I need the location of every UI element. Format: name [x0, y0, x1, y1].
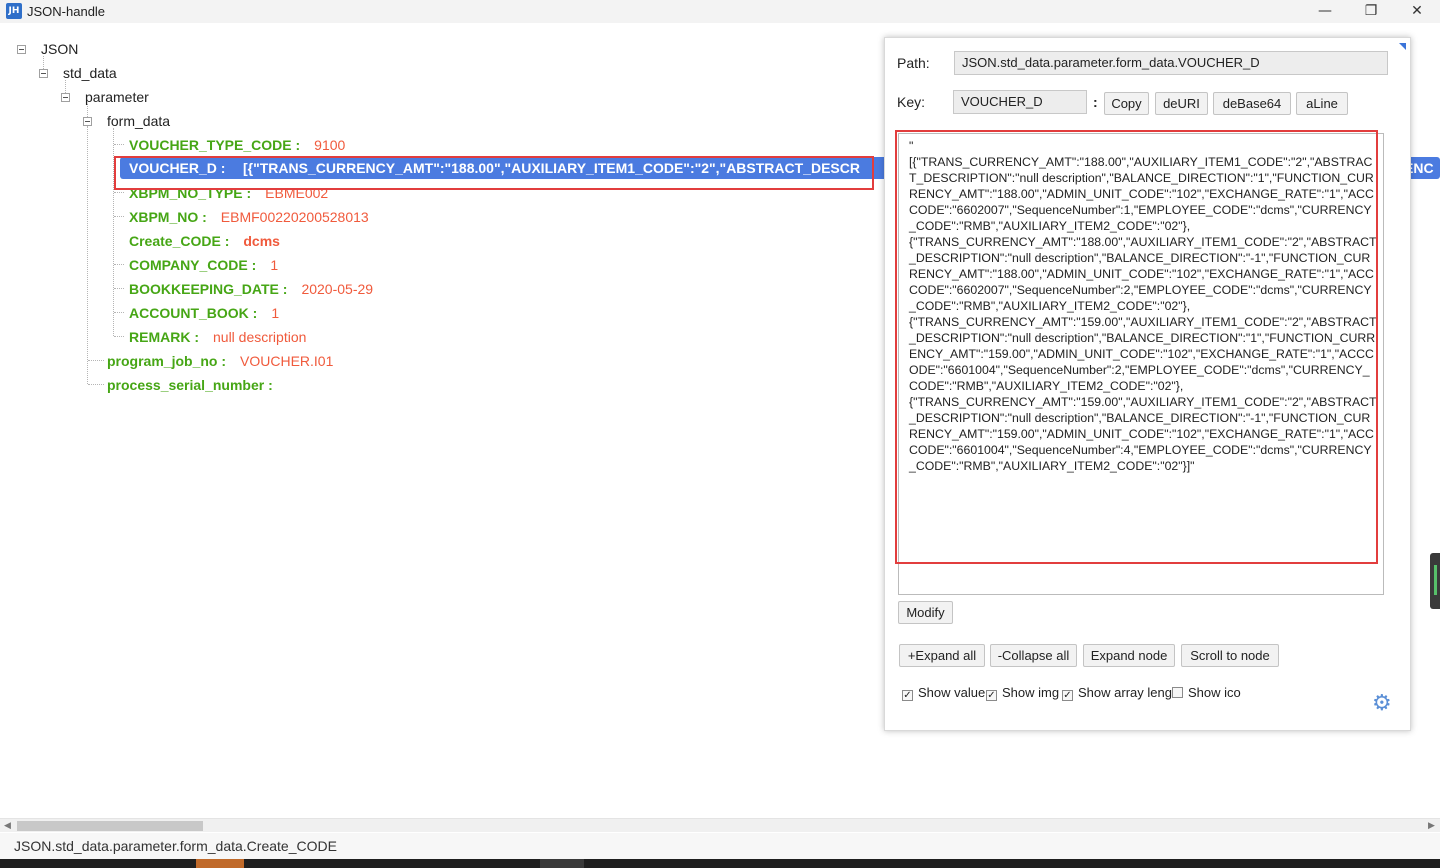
show-value-checkbox[interactable]: ✓ Show value: [902, 685, 985, 701]
copy-button[interactable]: Copy: [1104, 92, 1149, 115]
path-label: Path:: [897, 55, 930, 71]
collapse-toggle-icon[interactable]: [83, 117, 92, 126]
show-ico-checkbox[interactable]: Show ico: [1172, 685, 1241, 700]
tree-leaf-remark[interactable]: REMARK : null description: [129, 327, 306, 347]
tree-connector: [114, 216, 124, 217]
tree-leaf-voucher-type-code[interactable]: VOUCHER_TYPE_CODE : 9100: [129, 135, 345, 155]
tree-leaf-xbpm-no[interactable]: XBPM_NO : EBMF00220200528013: [129, 207, 369, 227]
tree-node-parameter[interactable]: parameter: [85, 87, 149, 107]
node-value: VOUCHER.I01: [240, 353, 334, 369]
node-key: XBPM_NO :: [129, 209, 207, 225]
taskbar: [0, 859, 1440, 868]
key-field[interactable]: VOUCHER_D: [953, 90, 1087, 114]
node-value: 1: [271, 305, 280, 321]
node-key: process_serial_number :: [107, 377, 273, 393]
modify-button[interactable]: Modify: [898, 601, 953, 624]
tree-connector: [114, 144, 124, 145]
gear-icon[interactable]: ⚙: [1372, 693, 1392, 715]
aline-button[interactable]: aLine: [1296, 92, 1348, 115]
status-path: JSON.std_data.parameter.form_data.Create…: [14, 838, 337, 854]
show-img-checkbox[interactable]: ✓ Show img: [986, 685, 1059, 701]
json-tree: JSON std_data parameter form_data VOUCHE…: [0, 23, 1440, 818]
key-colon: :: [1093, 94, 1098, 110]
node-value: EBMF00220200528013: [220, 209, 369, 225]
panel-corner-icon[interactable]: [1399, 43, 1406, 50]
deuri-button[interactable]: deURI: [1155, 92, 1208, 115]
checkbox-checked-icon: ✓: [986, 690, 997, 701]
node-key: program_job_no :: [107, 353, 227, 369]
tree-connector: [88, 360, 104, 361]
checkbox-checked-icon: ✓: [902, 690, 913, 701]
tree-connector: [87, 126, 88, 384]
highlight-box-tree: [114, 156, 874, 190]
tree-node-json[interactable]: JSON: [41, 39, 78, 59]
collapse-all-button[interactable]: -Collapse all: [990, 644, 1077, 667]
node-key: BOOKKEEPING_DATE :: [129, 281, 288, 297]
maximize-button[interactable]: ❐: [1348, 0, 1394, 23]
minimize-button[interactable]: —: [1302, 0, 1348, 23]
taskbar-item[interactable]: [540, 859, 584, 868]
node-detail-panel: Path: JSON.std_data.parameter.form_data.…: [884, 37, 1411, 731]
tree-leaf-bookkeeping-date[interactable]: BOOKKEEPING_DATE : 2020-05-29: [129, 279, 373, 299]
tree-leaf-process-serial-number[interactable]: process_serial_number :: [107, 375, 287, 395]
node-key: Create_CODE :: [129, 233, 230, 249]
node-key: ACCOUNT_BOOK :: [129, 305, 258, 321]
node-key: VOUCHER_TYPE_CODE :: [129, 137, 301, 153]
tree-leaf-account-book[interactable]: ACCOUNT_BOOK : 1: [129, 303, 279, 323]
key-label: Key:: [897, 94, 926, 110]
expand-node-button[interactable]: Expand node: [1083, 644, 1175, 667]
node-value: null description: [213, 329, 307, 345]
title-bar: JH JSON-handle — ❐ ✕: [0, 0, 1440, 23]
tree-connector: [114, 312, 124, 313]
horizontal-scrollbar[interactable]: ◀ ▶: [0, 818, 1440, 832]
tree-connector: [114, 288, 124, 289]
node-value: 9100: [314, 137, 346, 153]
node-value: dcms: [243, 233, 280, 249]
scroll-right-icon[interactable]: ▶: [1428, 819, 1435, 833]
tree-connector: [114, 336, 124, 337]
show-array-leng-checkbox[interactable]: ✓ Show array leng: [1062, 685, 1172, 701]
tree-leaf-company-code[interactable]: COMPANY_CODE : 1: [129, 255, 278, 275]
tree-leaf-create-code[interactable]: Create_CODE : dcms: [129, 231, 280, 251]
node-value: 2020-05-29: [301, 281, 374, 297]
status-bar: JSON.std_data.parameter.form_data.Create…: [0, 833, 1440, 859]
checkbox-unchecked-icon: [1172, 687, 1183, 698]
scroll-to-node-button[interactable]: Scroll to node: [1181, 644, 1279, 667]
tree-node-form-data[interactable]: form_data: [107, 111, 170, 131]
tree-connector: [114, 264, 124, 265]
path-field[interactable]: JSON.std_data.parameter.form_data.VOUCHE…: [954, 51, 1388, 75]
side-dock-handle[interactable]: [1430, 553, 1440, 609]
taskbar-item[interactable]: [196, 859, 244, 868]
checkbox-checked-icon: ✓: [1062, 690, 1073, 701]
scroll-left-icon[interactable]: ◀: [4, 819, 11, 833]
node-value: 1: [270, 257, 279, 273]
tree-connector: [88, 384, 104, 385]
app-logo-icon: JH: [6, 3, 22, 19]
node-key: REMARK :: [129, 329, 199, 345]
collapse-toggle-icon[interactable]: [61, 93, 70, 102]
window-title: JSON-handle: [27, 4, 106, 19]
highlight-box-value: [895, 130, 1378, 564]
tree-connector: [114, 192, 124, 193]
tree-leaf-program-job-no[interactable]: program_job_no : VOUCHER.I01: [107, 351, 333, 371]
scrollbar-thumb[interactable]: [17, 821, 203, 831]
expand-all-button[interactable]: +Expand all: [899, 644, 985, 667]
collapse-toggle-icon[interactable]: [39, 69, 48, 78]
close-button[interactable]: ✕: [1394, 0, 1440, 23]
node-key: COMPANY_CODE :: [129, 257, 257, 273]
collapse-toggle-icon[interactable]: [17, 45, 26, 54]
debase64-button[interactable]: deBase64: [1213, 92, 1291, 115]
tree-node-std-data[interactable]: std_data: [63, 63, 117, 83]
